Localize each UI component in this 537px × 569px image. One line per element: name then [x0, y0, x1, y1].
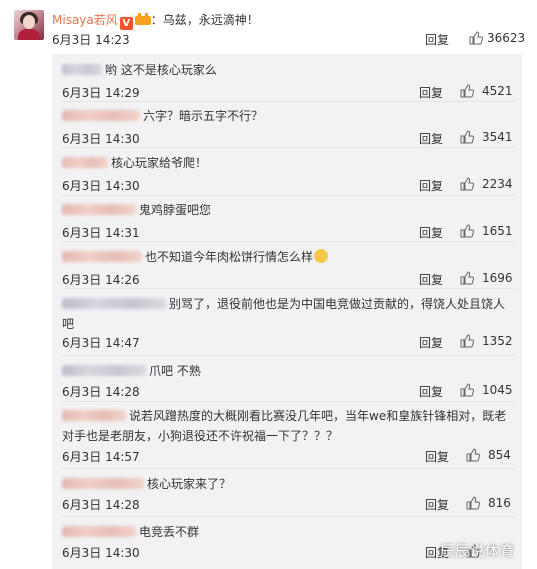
reply-button[interactable]: 回复 — [419, 271, 443, 288]
reply-time: 6月3日 14:28 — [62, 498, 140, 512]
verified-badge-icon: V — [119, 17, 133, 30]
like-count: 1696 — [482, 271, 513, 285]
like-count: 36623 — [487, 31, 526, 45]
thumbs-up-icon[interactable] — [460, 271, 474, 285]
reply-time: 6月3日 14:30 — [62, 179, 140, 193]
thumbs-up-icon[interactable] — [460, 130, 474, 144]
comment-time: 6月3日 14:23 — [52, 33, 130, 47]
reply-button[interactable]: 回复 — [419, 383, 443, 400]
reply-text: 核心玩家来了？ — [147, 477, 232, 491]
thumbs-up-icon[interactable] — [469, 31, 483, 45]
reply-text: 爪吧 不熟 — [149, 364, 201, 378]
reply-text: 鬼鸡脖蛋吧您 — [139, 203, 212, 217]
reply-time: 6月3日 14:29 — [62, 86, 140, 100]
reply-text: 说若风蹭热度的大概刚看比赛没几年吧，当年we和皇族针锋相对，既老对手也是老朋友，… — [62, 409, 507, 443]
like-count: 4521 — [482, 84, 513, 98]
reply-text: 电竞丢不群 — [139, 525, 200, 539]
like-count: 1045 — [482, 383, 513, 397]
main-comment: Misaya若风 V ：乌兹，永远滴神！ 6月3日 14:23 回复 36623 — [0, 0, 537, 52]
separator: ： — [150, 13, 163, 27]
avatar[interactable] — [14, 10, 44, 40]
reply-time: 6月3日 14:28 — [62, 385, 140, 399]
thumbs-up-icon[interactable] — [460, 177, 474, 191]
like-count: 854 — [488, 448, 511, 462]
reply-time: 6月3日 14:30 — [62, 132, 140, 146]
crown-icon — [134, 13, 151, 25]
thumbs-up-icon[interactable] — [460, 334, 474, 348]
comment-text: 乌兹，永远滴神！ — [162, 13, 259, 27]
smiley-emoji-icon — [314, 249, 329, 263]
reply-button[interactable]: 回复 — [425, 496, 449, 513]
thumbs-up-icon[interactable] — [460, 224, 474, 238]
thumbs-up-icon[interactable] — [460, 84, 474, 98]
reply-list: 哟 这不是核心玩家么 6月3日 14:29 回复 4521 六字？暗示五字不行？… — [52, 54, 522, 569]
reply-button[interactable]: 回复 — [425, 448, 449, 465]
reply-button[interactable]: 回复 — [419, 224, 443, 241]
reply-button[interactable]: 回复 — [419, 177, 443, 194]
reply-time: 6月3日 14:26 — [62, 273, 140, 287]
like-count: 2234 — [482, 177, 513, 191]
like-count: 1352 — [482, 334, 513, 348]
reply-time: 6月3日 14:30 — [62, 546, 140, 560]
like-count: 816 — [488, 496, 511, 510]
reply-button[interactable]: 回复 — [419, 130, 443, 147]
like-count: 3541 — [482, 130, 513, 144]
reply-button[interactable]: 回复 — [419, 334, 443, 351]
reply-button[interactable]: 回复 — [425, 31, 449, 48]
like-count: 1651 — [482, 224, 513, 238]
thumbs-up-icon[interactable] — [466, 448, 480, 462]
reply-text: 六字？暗示五字不行？ — [143, 109, 264, 123]
thumbs-up-icon[interactable] — [460, 383, 474, 397]
reply-text: 哟 这不是核心玩家么 — [105, 63, 217, 77]
reply-button[interactable]: 回复 — [419, 84, 443, 101]
reply-text: 也不知道今年肉松饼行情怎么样 — [145, 250, 314, 264]
main-comment-line: Misaya若风 V ：乌兹，永远滴神！ — [52, 12, 259, 30]
username-link[interactable]: Misaya若风 — [52, 13, 118, 27]
thumbs-up-icon[interactable] — [466, 496, 480, 510]
reply-text: 核心玩家给爷爬！ — [111, 156, 208, 170]
reply-time: 6月3日 14:31 — [62, 226, 140, 240]
reply-time: 6月3日 14:57 — [62, 450, 140, 464]
watermark: 辰辰说体育 — [440, 544, 515, 560]
reply-time: 6月3日 14:47 — [62, 336, 140, 350]
